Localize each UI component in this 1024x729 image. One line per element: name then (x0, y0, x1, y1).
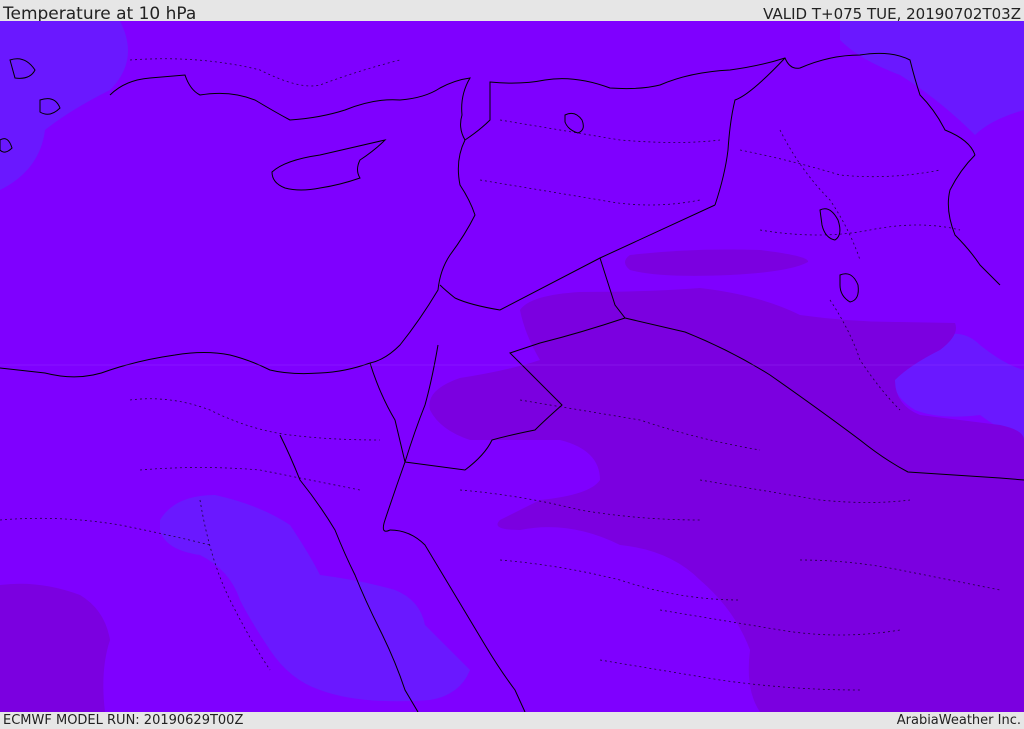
model-run-label: ECMWF MODEL RUN: 20190629T00Z (3, 713, 244, 728)
temperature-map[interactable] (0, 21, 1024, 712)
credit-label: ArabiaWeather Inc. (896, 713, 1021, 728)
footer-bar: ECMWF MODEL RUN: 20190629T00Z ArabiaWeat… (0, 712, 1024, 729)
header-bar: Temperature at 10 hPa VALID T+075 TUE, 2… (0, 0, 1024, 24)
